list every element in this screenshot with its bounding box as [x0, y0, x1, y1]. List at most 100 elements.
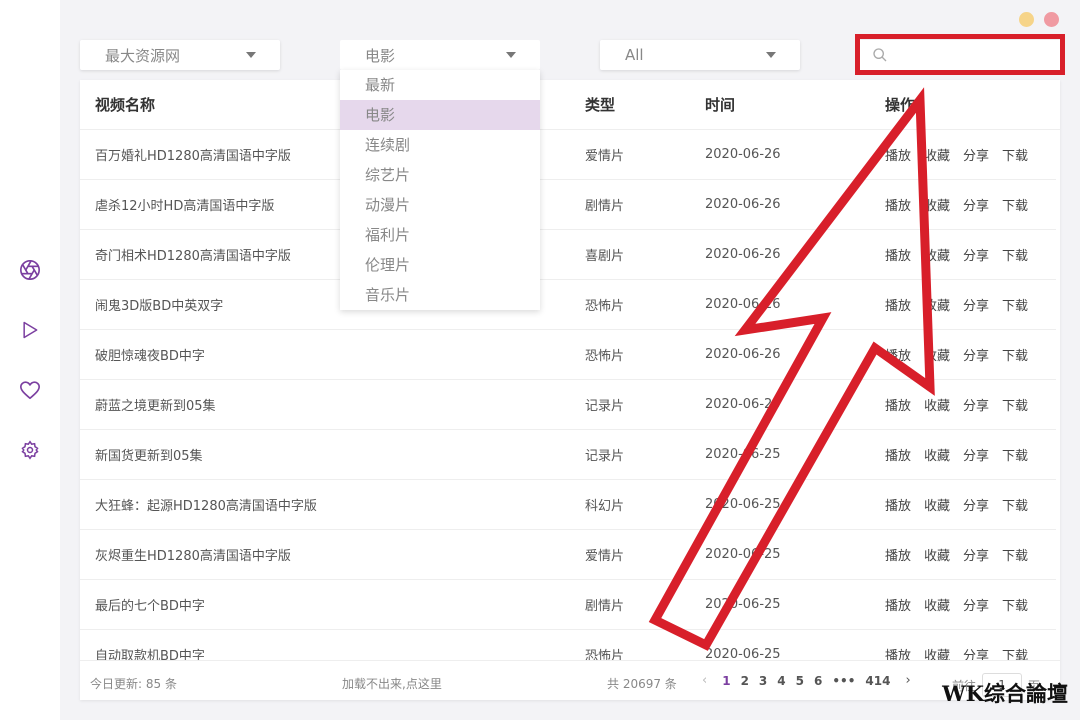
video-name[interactable]: 闹鬼3D版BD中英双字	[95, 295, 223, 314]
action-download-button[interactable]: 下载	[1002, 199, 1028, 214]
action-favorite-button[interactable]: 收藏	[924, 149, 950, 164]
action-favorite-button[interactable]: 收藏	[924, 399, 950, 414]
video-name[interactable]: 破胆惊魂夜BD中字	[95, 345, 205, 364]
action-download-button[interactable]: 下载	[1002, 499, 1028, 514]
action-favorite-button[interactable]: 收藏	[924, 499, 950, 514]
page-number[interactable]: 2	[741, 674, 749, 688]
chevron-down-icon	[766, 52, 776, 58]
action-share-button[interactable]: 分享	[963, 299, 989, 314]
dropdown-item[interactable]: 福利片	[340, 220, 540, 250]
video-name[interactable]: 灰烬重生HD1280高清国语中字版	[95, 545, 291, 564]
category-select[interactable]: 电影	[340, 40, 540, 70]
action-favorite-button[interactable]: 收藏	[924, 649, 950, 660]
settings-icon[interactable]	[18, 438, 42, 462]
dropdown-item[interactable]: 综艺片	[340, 160, 540, 190]
action-play-button[interactable]: 播放	[885, 449, 911, 464]
action-favorite-button[interactable]: 收藏	[924, 449, 950, 464]
annotation-highlight-box	[855, 34, 1065, 75]
row-actions: 播放 收藏 分享 下载	[885, 445, 1041, 464]
action-play-button[interactable]: 播放	[885, 499, 911, 514]
minimize-button[interactable]	[1019, 12, 1034, 27]
page-number[interactable]: 6	[814, 674, 822, 688]
video-time: 2020-06-25	[705, 597, 781, 612]
action-share-button[interactable]: 分享	[963, 249, 989, 264]
aperture-icon[interactable]	[18, 258, 42, 282]
action-favorite-button[interactable]: 收藏	[924, 199, 950, 214]
action-download-button[interactable]: 下载	[1002, 149, 1028, 164]
action-play-button[interactable]: 播放	[885, 349, 911, 364]
video-time: 2020-06-25	[705, 497, 781, 512]
row-actions: 播放 收藏 分享 下载	[885, 245, 1041, 264]
source-select[interactable]: 最大资源网	[80, 40, 280, 70]
action-download-button[interactable]: 下载	[1002, 649, 1028, 660]
video-type: 恐怖片	[585, 649, 625, 660]
video-name[interactable]: 最后的七个BD中字	[95, 595, 205, 614]
action-download-button[interactable]: 下载	[1002, 249, 1028, 264]
video-name[interactable]: 虐杀12小时HD高清国语中字版	[95, 195, 274, 214]
row-actions: 播放 收藏 分享 下载	[885, 345, 1041, 364]
row-actions: 播放 收藏 分享 下载	[885, 595, 1041, 614]
action-play-button[interactable]: 播放	[885, 549, 911, 564]
action-favorite-button[interactable]: 收藏	[924, 249, 950, 264]
action-share-button[interactable]: 分享	[963, 199, 989, 214]
page-number[interactable]: 4	[777, 674, 785, 688]
page-number[interactable]: 1	[722, 674, 730, 688]
action-play-button[interactable]: 播放	[885, 149, 911, 164]
video-name[interactable]: 新国货更新到05集	[95, 445, 203, 464]
action-favorite-button[interactable]: 收藏	[924, 599, 950, 614]
action-favorite-button[interactable]: 收藏	[924, 549, 950, 564]
dropdown-item[interactable]: 伦理片	[340, 250, 540, 280]
action-download-button[interactable]: 下载	[1002, 399, 1028, 414]
page-number-last[interactable]: 414	[865, 674, 890, 688]
video-name[interactable]: 大狂蜂：起源HD1280高清国语中字版	[95, 495, 317, 514]
play-icon[interactable]	[18, 318, 42, 342]
action-share-button[interactable]: 分享	[963, 449, 989, 464]
action-play-button[interactable]: 播放	[885, 199, 911, 214]
close-button[interactable]	[1044, 12, 1059, 27]
genre-select[interactable]: All	[600, 40, 800, 70]
sidebar	[0, 0, 60, 720]
video-time: 2020-06-25	[705, 397, 781, 412]
action-play-button[interactable]: 播放	[885, 249, 911, 264]
dropdown-item[interactable]: 音乐片	[340, 280, 540, 310]
video-type: 剧情片	[585, 599, 625, 614]
action-share-button[interactable]: 分享	[963, 549, 989, 564]
video-name[interactable]: 自动取款机BD中字	[95, 645, 205, 660]
video-type: 剧情片	[585, 199, 625, 214]
next-page-icon[interactable]: ›	[905, 673, 910, 688]
action-favorite-button[interactable]: 收藏	[924, 349, 950, 364]
action-download-button[interactable]: 下载	[1002, 449, 1028, 464]
video-name[interactable]: 奇门相术HD1280高清国语中字版	[95, 245, 291, 264]
action-play-button[interactable]: 播放	[885, 299, 911, 314]
dropdown-item[interactable]: 动漫片	[340, 190, 540, 220]
source-select-value: 最大资源网	[105, 46, 181, 65]
action-download-button[interactable]: 下载	[1002, 599, 1028, 614]
action-download-button[interactable]: 下载	[1002, 549, 1028, 564]
page-number[interactable]: 5	[796, 674, 804, 688]
heart-icon[interactable]	[18, 378, 42, 402]
action-share-button[interactable]: 分享	[963, 149, 989, 164]
table-row: 闹鬼3D版BD中英双字 恐怖片 2020-06-26 播放 收藏 分享 下载	[80, 280, 1056, 330]
action-share-button[interactable]: 分享	[963, 599, 989, 614]
page-number[interactable]: 3	[759, 674, 767, 688]
dropdown-item[interactable]: 最新	[340, 70, 540, 100]
dropdown-item[interactable]: 连续剧	[340, 130, 540, 160]
video-name[interactable]: 百万婚礼HD1280高清国语中字版	[95, 145, 291, 164]
action-download-button[interactable]: 下载	[1002, 349, 1028, 364]
action-share-button[interactable]: 分享	[963, 399, 989, 414]
reload-link[interactable]: 加载不出来,点这里	[342, 675, 442, 692]
action-favorite-button[interactable]: 收藏	[924, 299, 950, 314]
action-download-button[interactable]: 下载	[1002, 299, 1028, 314]
video-name[interactable]: 蔚蓝之境更新到05集	[95, 395, 216, 414]
prev-page-icon[interactable]: ‹	[702, 673, 707, 688]
action-play-button[interactable]: 播放	[885, 649, 911, 660]
action-share-button[interactable]: 分享	[963, 349, 989, 364]
today-update-count: 今日更新: 85 条	[90, 677, 177, 691]
action-share-button[interactable]: 分享	[963, 649, 989, 660]
action-share-button[interactable]: 分享	[963, 499, 989, 514]
action-play-button[interactable]: 播放	[885, 399, 911, 414]
dropdown-item[interactable]: 电影	[340, 100, 540, 130]
header-ops: 操作	[885, 96, 916, 114]
action-play-button[interactable]: 播放	[885, 599, 911, 614]
page-ellipsis[interactable]: •••	[832, 674, 855, 688]
